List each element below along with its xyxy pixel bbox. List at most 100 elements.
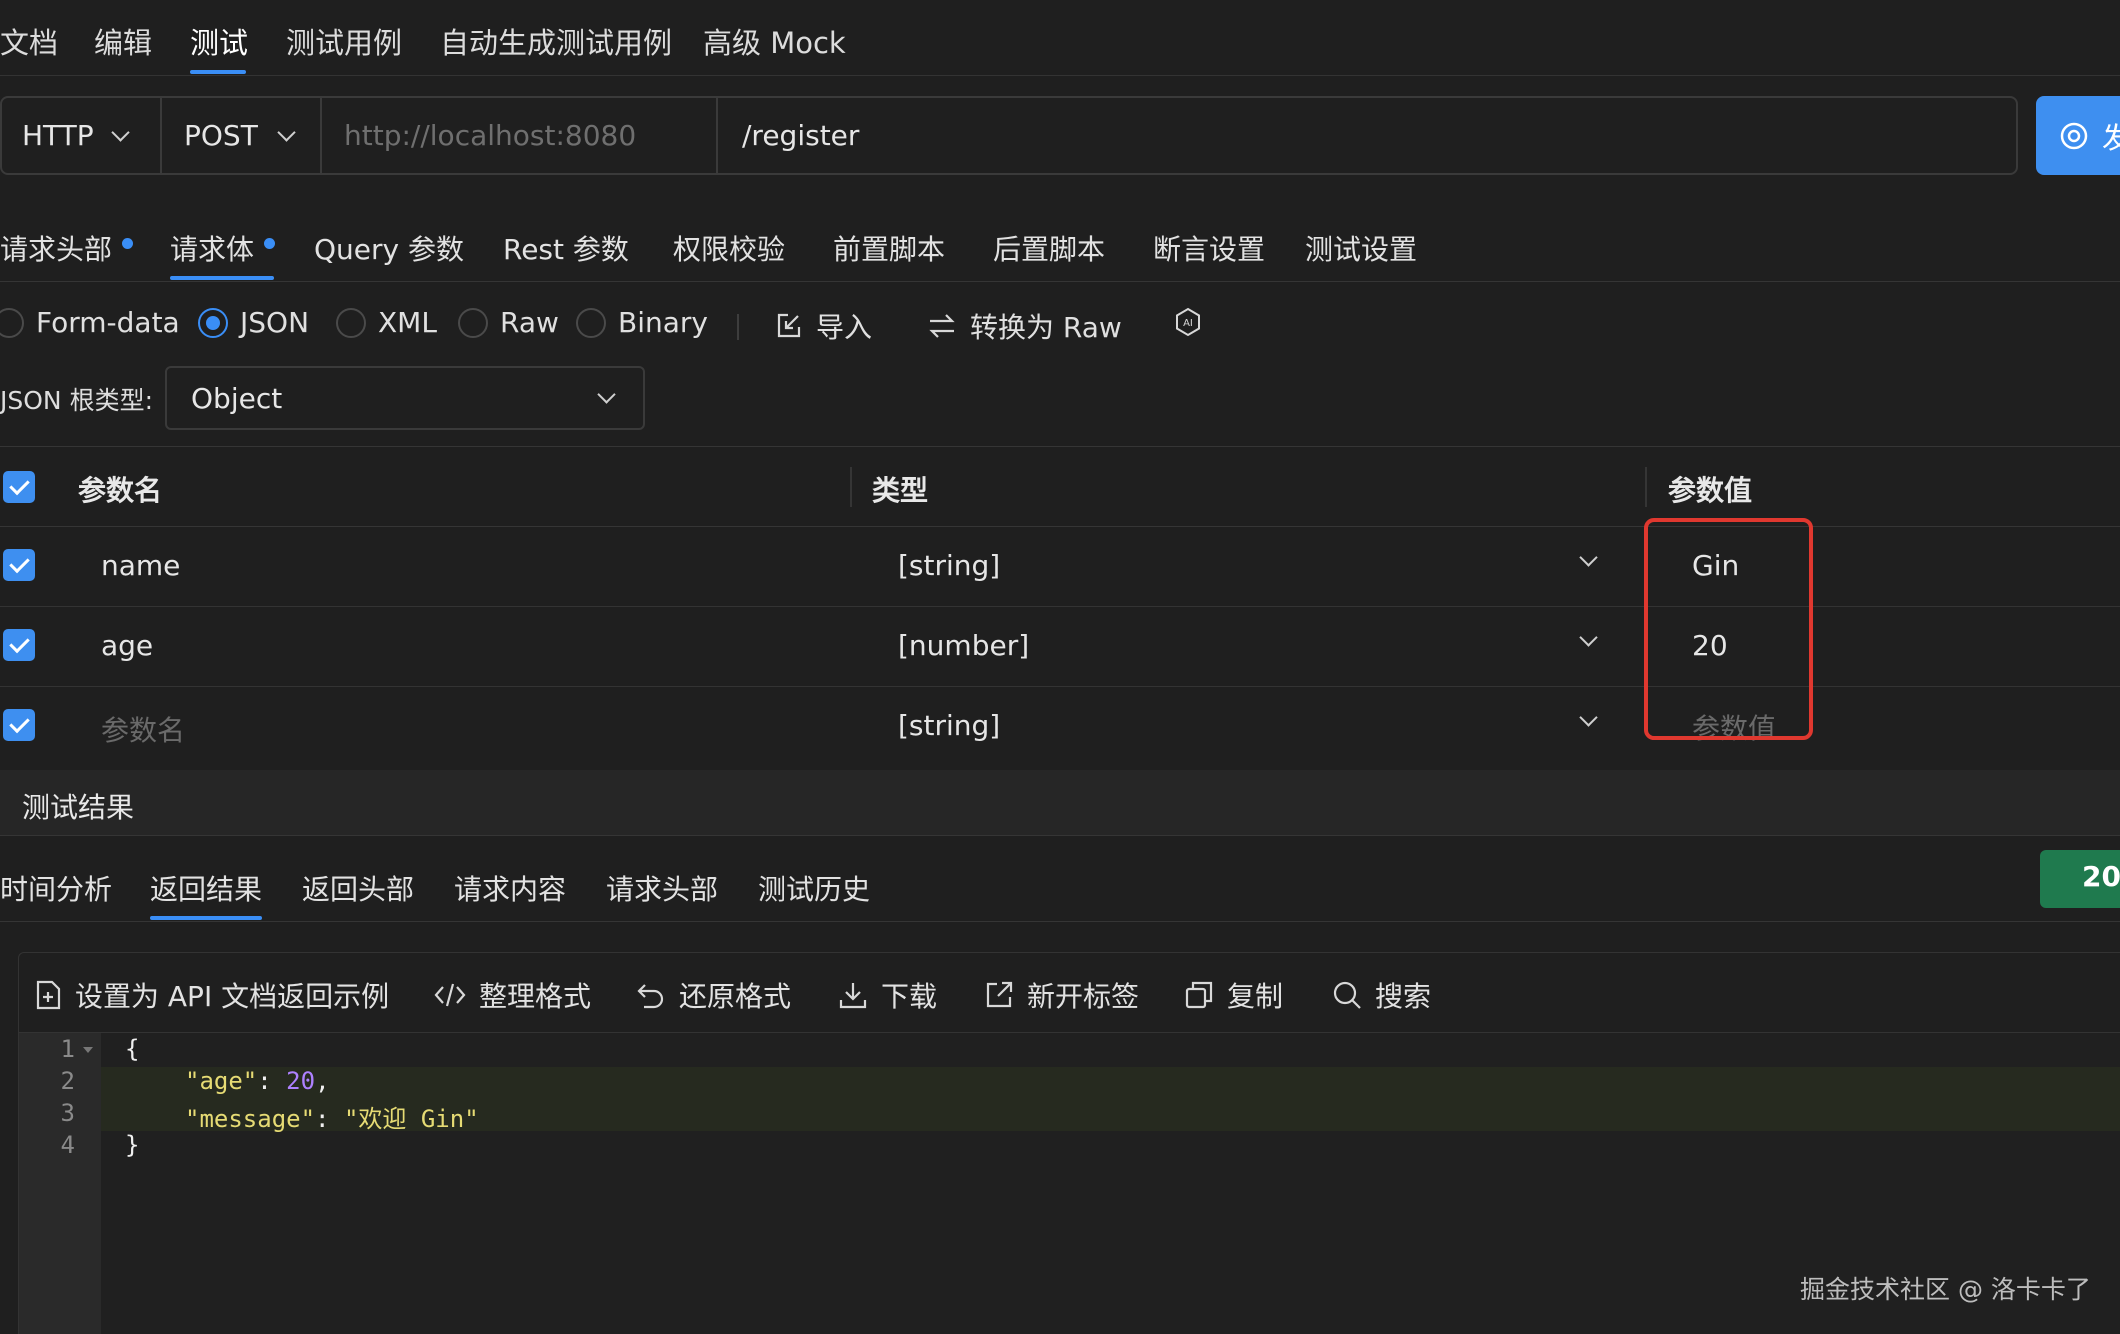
tab-request-headers-result[interactable]: 请求头部: [606, 868, 718, 908]
row-checkbox[interactable]: [3, 709, 35, 741]
watermark: 掘金技术社区 @ 洛卡卡了: [1800, 1275, 2091, 1304]
search-button[interactable]: 搜索: [1331, 975, 1431, 1015]
status-code: 20: [2082, 860, 2120, 893]
base-url-input[interactable]: http://localhost:8080: [322, 98, 718, 173]
result-tab-bar: 时间分析 返回结果 返回头部 请求内容 请求头部 测试历史: [0, 836, 2120, 922]
tab-response-headers[interactable]: 返回头部: [302, 868, 414, 908]
chevron-down-icon[interactable]: [1579, 628, 1598, 647]
tab-assertions[interactable]: 断言设置: [1153, 228, 1265, 268]
status-badge: 20: [2040, 850, 2120, 908]
param-type-select[interactable]: [number]: [898, 629, 1029, 662]
tab-rest-params[interactable]: Rest 参数: [503, 228, 629, 268]
tab-auto-test-cases[interactable]: 自动生成测试用例: [440, 20, 672, 62]
radio-xml[interactable]: XML: [336, 306, 437, 339]
json-root-label: JSON 根类型:: [0, 386, 153, 415]
param-type-select[interactable]: [string]: [898, 709, 1000, 742]
result-title: 测试结果: [22, 791, 135, 824]
code-line: "age": 20,: [101, 1067, 2120, 1099]
radio-label: Binary: [618, 306, 708, 339]
radio-json[interactable]: JSON: [198, 306, 309, 339]
tab-test[interactable]: 测试: [190, 20, 248, 62]
code-line: "message": "欢迎 Gin": [101, 1099, 2120, 1133]
tab-label: 请求头部: [0, 233, 113, 266]
chevron-down-icon: [110, 123, 130, 142]
tab-request-body[interactable]: 请求体: [170, 228, 276, 268]
header-value: 参数值: [1668, 474, 1753, 507]
tab-auth[interactable]: 权限校验: [673, 228, 785, 268]
tab-post-script[interactable]: 后置脚本: [993, 228, 1105, 268]
toolbar-label: 复制: [1227, 980, 1284, 1013]
chevron-down-icon[interactable]: [1579, 708, 1598, 727]
import-button[interactable]: 导入: [774, 306, 872, 346]
tab-test-history[interactable]: 测试历史: [758, 868, 870, 908]
tab-test-cases[interactable]: 测试用例: [286, 20, 402, 62]
modified-dot: [264, 237, 276, 249]
json-root-value: Object: [191, 381, 283, 415]
tab-pre-script[interactable]: 前置脚本: [833, 228, 945, 268]
header-type: 类型: [872, 474, 929, 507]
copy-button[interactable]: 复制: [1183, 975, 1283, 1015]
chevron-down-icon[interactable]: [1579, 548, 1598, 567]
undo-icon: [637, 984, 664, 1009]
tab-docs[interactable]: 文档: [0, 20, 58, 62]
radio-raw[interactable]: Raw: [458, 306, 559, 339]
toolbar-label: 搜索: [1375, 980, 1432, 1013]
tab-advanced-mock[interactable]: 高级 Mock: [703, 20, 846, 62]
open-new-tab-button[interactable]: 新开标签: [983, 975, 1139, 1015]
divider: [737, 314, 739, 340]
radio-form-data[interactable]: Form-data: [0, 306, 180, 339]
download-button[interactable]: 下载: [837, 975, 937, 1015]
line-number: 2: [60, 1067, 75, 1095]
ai-button[interactable]: AI: [1172, 306, 1204, 338]
radio-label: XML: [378, 306, 437, 339]
search-icon: [1333, 981, 1361, 1009]
tab-request-content[interactable]: 请求内容: [454, 868, 566, 908]
download-icon: [839, 983, 867, 1009]
fold-arrow-icon[interactable]: [83, 1047, 93, 1053]
restore-format-button[interactable]: 还原格式: [635, 975, 791, 1015]
radio-label: JSON: [240, 306, 310, 339]
tab-test-settings[interactable]: 测试设置: [1305, 228, 1417, 268]
param-name-input[interactable]: 参数名: [101, 709, 185, 749]
code-line: {: [101, 1035, 2120, 1067]
file-plus-icon: [36, 980, 61, 1010]
response-toolbar: 设置为 API 文档返回示例 整理格式 还原格式 下载 新开标签 复制 搜索: [19, 953, 2120, 1033]
tab-edit[interactable]: 编辑: [94, 20, 152, 62]
param-name-input[interactable]: age: [101, 629, 153, 662]
code-token: }: [125, 1131, 140, 1159]
format-button[interactable]: 整理格式: [433, 975, 591, 1015]
active-tab-indicator: [190, 70, 246, 74]
row-checkbox[interactable]: [3, 629, 35, 661]
json-root-select[interactable]: Object: [165, 366, 645, 430]
svg-text:AI: AI: [1183, 318, 1193, 329]
send-button[interactable]: 发: [2036, 96, 2120, 175]
tab-timing[interactable]: 时间分析: [0, 868, 112, 908]
line-number-gutter: 1 2 3 4: [19, 1033, 101, 1334]
toolbar-label: 还原格式: [679, 980, 792, 1013]
row-checkbox[interactable]: [3, 549, 35, 581]
tab-label: 请求体: [170, 233, 255, 266]
protocol-value: HTTP: [22, 119, 94, 152]
convert-to-raw-button[interactable]: 转换为 Raw: [926, 306, 1122, 346]
column-divider[interactable]: [850, 467, 852, 507]
path-input[interactable]: /register: [718, 98, 2014, 173]
radio-binary[interactable]: Binary: [576, 306, 708, 339]
line-number: 3: [60, 1099, 75, 1127]
tab-query-params[interactable]: Query 参数: [314, 228, 464, 268]
active-tab-indicator: [150, 916, 262, 920]
radio-circle: [0, 307, 24, 338]
set-as-example-button[interactable]: 设置为 API 文档返回示例: [33, 975, 389, 1015]
param-name-input[interactable]: name: [101, 549, 180, 582]
protocol-select[interactable]: HTTP: [2, 98, 162, 173]
tab-request-headers[interactable]: 请求头部: [0, 228, 134, 268]
code-line: }: [101, 1131, 2120, 1163]
method-select[interactable]: POST: [162, 98, 322, 173]
radio-circle: [576, 307, 606, 338]
column-divider[interactable]: [1645, 467, 1647, 507]
base-url-placeholder: http://localhost:8080: [344, 119, 637, 152]
code-icon: [434, 983, 466, 1007]
param-type-select[interactable]: [string]: [898, 549, 1000, 582]
radio-circle: [198, 307, 228, 338]
select-all-checkbox[interactable]: [3, 471, 35, 503]
tab-response-body[interactable]: 返回结果: [150, 868, 262, 908]
